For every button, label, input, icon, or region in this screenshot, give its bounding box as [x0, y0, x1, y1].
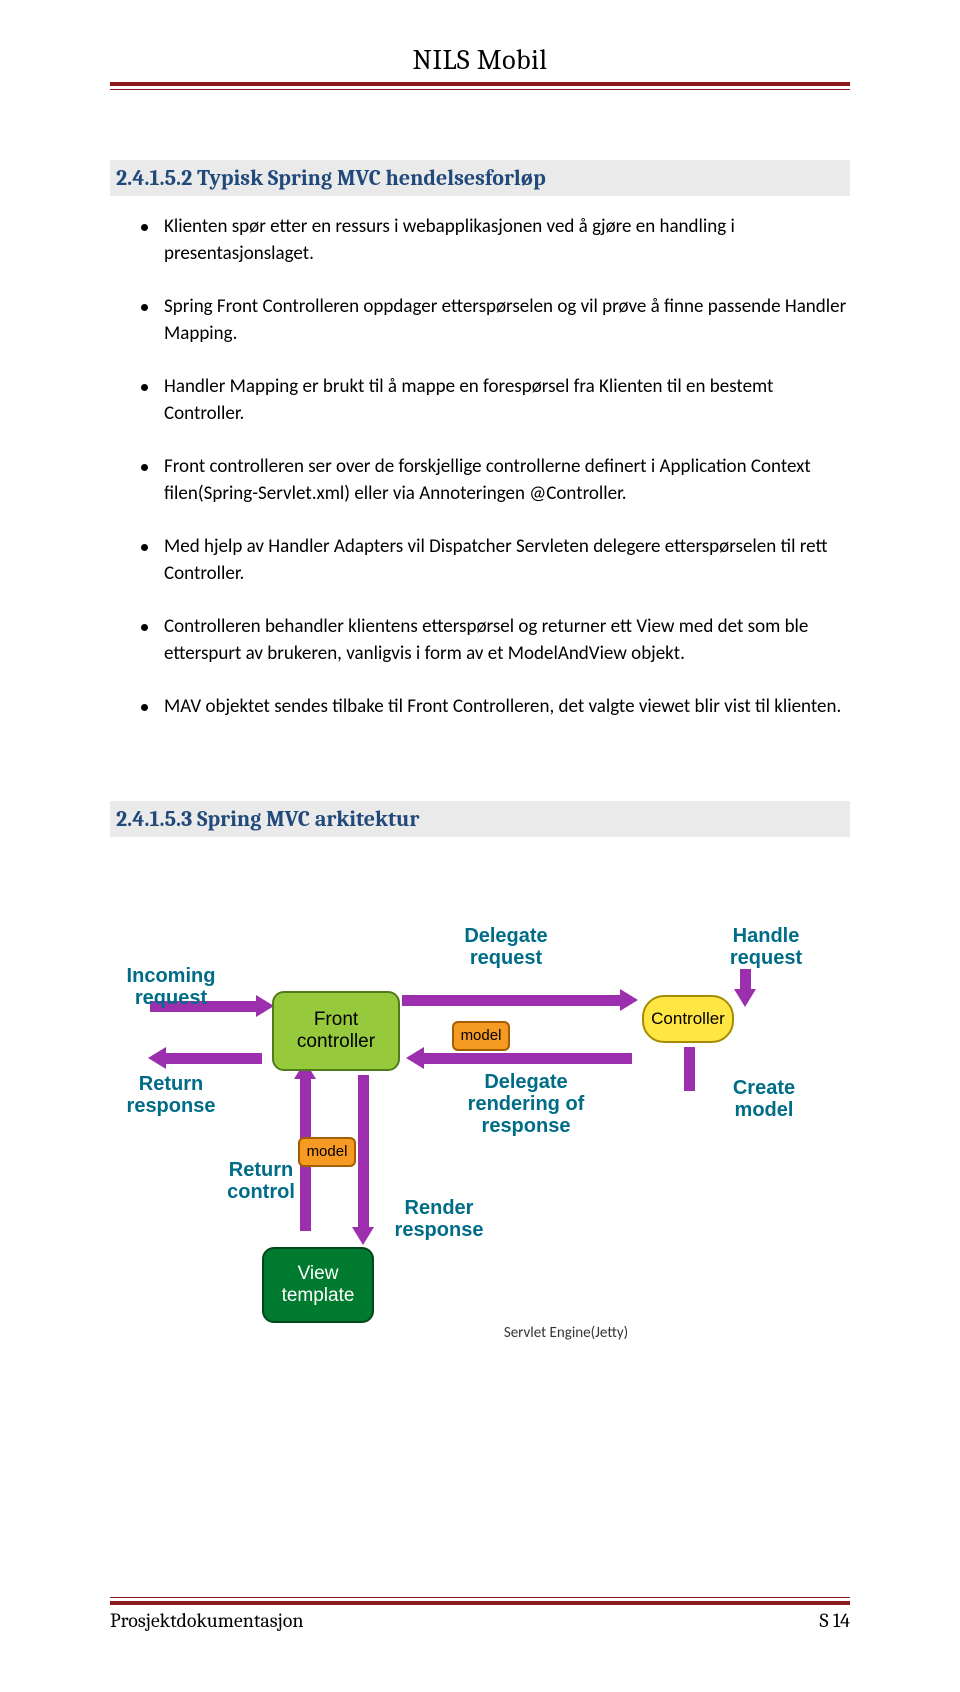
diagram-label-delegate-request: Delegate request [436, 925, 576, 969]
diagram-box-model: model [298, 1137, 356, 1167]
footer-left: Prosjektdokumentasjon [110, 1609, 303, 1632]
diagram-label-handle-request: Handle request [696, 925, 836, 969]
page-footer: Prosjektdokumentasjon S 14 [110, 1609, 850, 1692]
list-item: MAV objektet sendes tilbake til Front Co… [146, 694, 850, 721]
diagram-label-render-response: Render response [374, 1197, 504, 1241]
list-item: Front controlleren ser over de forskjell… [146, 454, 850, 508]
list-item: Handler Mapping er brukt til å mappe en … [146, 374, 850, 428]
diagram-label-return-control: Return control [216, 1159, 306, 1203]
diagram-box-model: model [452, 1021, 510, 1051]
page-title: NILS Mobil [110, 0, 850, 76]
list-item: Controlleren behandler klientens ettersp… [146, 614, 850, 668]
bullet-list: Klienten spør etter en ressurs i webappl… [110, 214, 850, 721]
diagram-label-return-response: Return response [116, 1073, 226, 1117]
diagram-label-delegate-rendering: Delegate rendering of response [442, 1071, 610, 1137]
diagram-label-servlet-engine: Servlet Engine(Jetty) [466, 1325, 666, 1342]
diagram-box-front-controller: Front controller [272, 991, 400, 1071]
footer-rule [110, 1597, 850, 1605]
list-item: Klienten spør etter en ressurs i webappl… [146, 214, 850, 268]
section-heading-2: 2.4.1.5.3 Spring MVC arkitektur [110, 801, 850, 837]
diagram-label-incoming-request: Incoming request [116, 965, 226, 1009]
diagram-box-view-template: View template [262, 1247, 374, 1323]
header-rule [110, 82, 850, 90]
diagram-label-create-model: Create model [704, 1077, 824, 1121]
diagram-box-controller: Controller [642, 995, 734, 1043]
section-heading-1: 2.4.1.5.2 Typisk Spring MVC hendelsesfor… [110, 160, 850, 196]
list-item: Med hjelp av Handler Adapters vil Dispat… [146, 534, 850, 588]
footer-right: S 14 [819, 1609, 850, 1632]
architecture-diagram: Front controller Controller View templat… [110, 857, 848, 1367]
list-item: Spring Front Controlleren oppdager etter… [146, 294, 850, 348]
